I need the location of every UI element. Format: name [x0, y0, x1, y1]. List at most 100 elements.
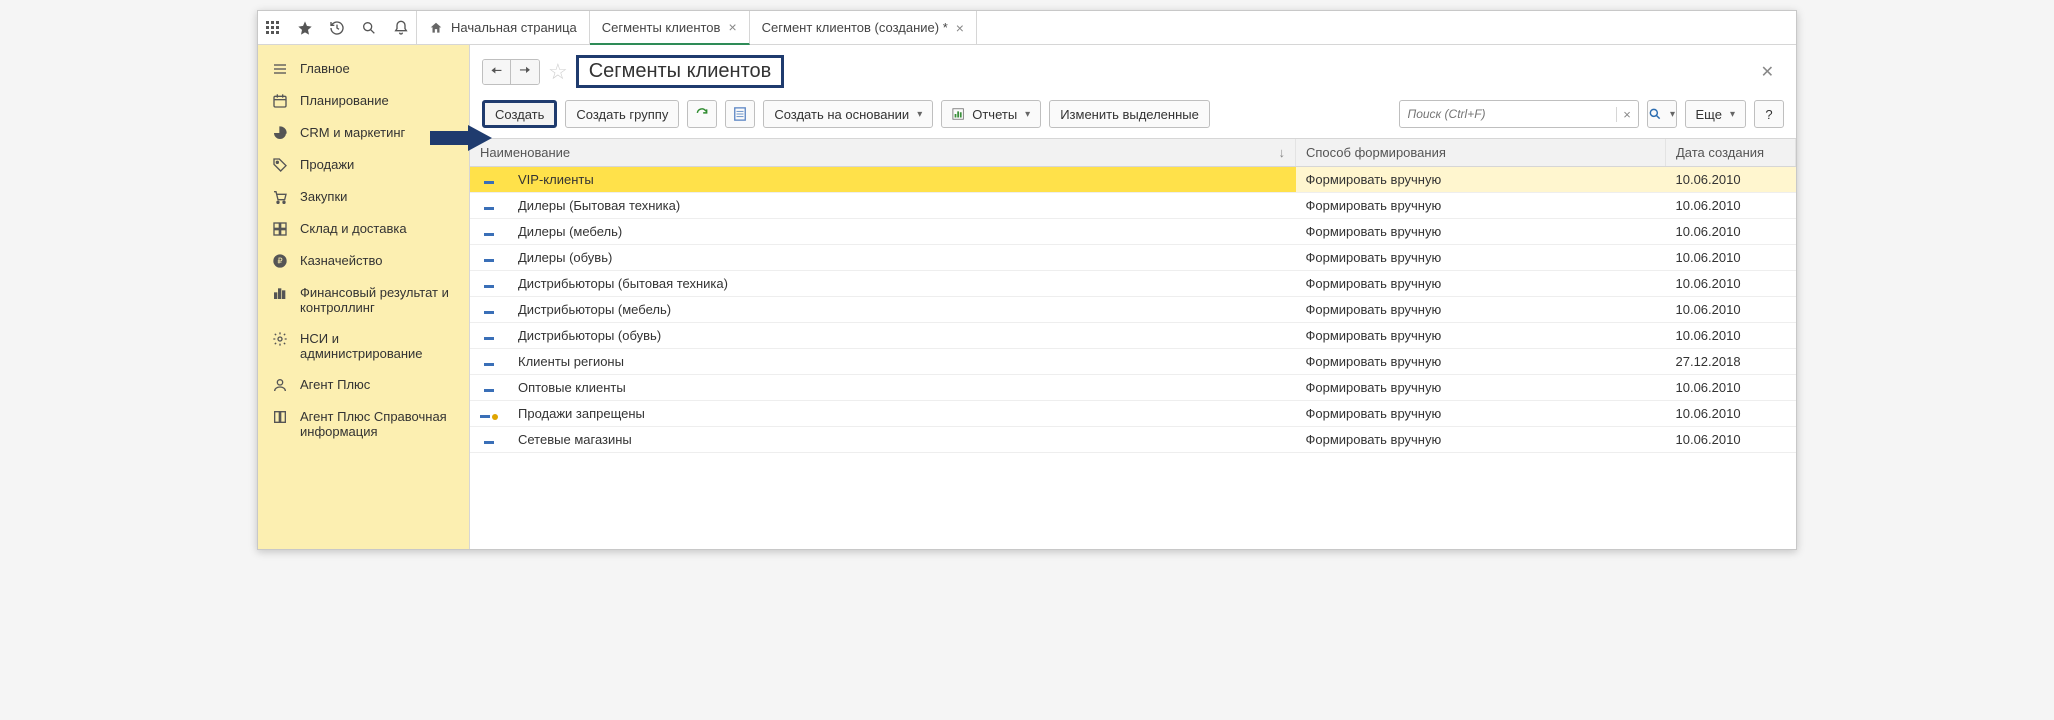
back-button[interactable]: 🠄 [483, 60, 511, 84]
table-row[interactable]: Клиенты регионыФормировать вручную27.12.… [470, 349, 1796, 375]
help-button[interactable]: ? [1754, 100, 1784, 128]
cell-method: Формировать вручную [1296, 349, 1666, 375]
main-panel: 🠄 🠆 ☆ Сегменты клиентов ✕ Создать Создат… [470, 45, 1796, 549]
reports-button[interactable]: Отчеты▾ [941, 100, 1041, 128]
tab-label: Сегмент клиентов (создание) * [762, 20, 948, 35]
cell-method: Формировать вручную [1296, 323, 1666, 349]
table-row[interactable]: VIP-клиентыФормировать вручную10.06.2010 [470, 167, 1796, 193]
cell-date: 10.06.2010 [1666, 245, 1796, 271]
cell-method: Формировать вручную [1296, 219, 1666, 245]
cell-date: 10.06.2010 [1666, 401, 1796, 427]
column-date[interactable]: Дата создания [1666, 139, 1796, 167]
tab[interactable]: Начальная страница [417, 11, 590, 44]
sidebar-item-label: Главное [300, 61, 350, 76]
search-icon[interactable] [360, 19, 378, 37]
nav-history-group: 🠄 🠆 [482, 59, 540, 85]
sidebar-item-label: CRM и маркетинг [300, 125, 405, 140]
column-method[interactable]: Способ формирования [1296, 139, 1666, 167]
column-name[interactable]: Наименование ↓ [470, 139, 1296, 167]
sidebar-item[interactable]: Склад и доставка [258, 213, 469, 245]
cell-method: Формировать вручную [1296, 193, 1666, 219]
cell-name: Сетевые магазины [508, 427, 1296, 453]
create-group-label: Создать группу [576, 107, 668, 122]
tabs: Начальная страницаСегменты клиентов×Сегм… [417, 11, 977, 44]
sidebar-item[interactable]: ₽ Казначейство [258, 245, 469, 277]
cell-date: 27.12.2018 [1666, 349, 1796, 375]
sidebar-item[interactable]: Финансовый результат и контроллинг [258, 277, 469, 323]
sidebar-item-label: Финансовый результат и контроллинг [300, 285, 455, 315]
tab-close-icon[interactable]: × [956, 20, 964, 36]
sidebar-item[interactable]: CRM и маркетинг [258, 117, 469, 149]
data-grid[interactable]: Наименование ↓ Способ формирования Дата с… [470, 138, 1796, 549]
cell-date: 10.06.2010 [1666, 297, 1796, 323]
more-button[interactable]: Еще▾ [1685, 100, 1746, 128]
sort-ascending-icon: ↓ [1279, 145, 1286, 160]
table-row[interactable]: Продажи запрещеныФормировать вручную10.0… [470, 401, 1796, 427]
cell-date: 10.06.2010 [1666, 427, 1796, 453]
search-input[interactable] [1400, 107, 1616, 121]
favorite-star-icon[interactable]: ☆ [548, 59, 568, 85]
create-button[interactable]: Создать [482, 100, 557, 128]
column-name-label: Наименование [480, 145, 570, 160]
cell-method: Формировать вручную [1296, 427, 1666, 453]
table-row[interactable]: Дистрибьюторы (обувь)Формировать вручную… [470, 323, 1796, 349]
history-icon[interactable] [328, 19, 346, 37]
sidebar-item[interactable]: Продажи [258, 149, 469, 181]
item-icon [484, 441, 494, 444]
create-button-label: Создать [495, 107, 544, 122]
item-icon [484, 311, 494, 314]
calendar-icon [272, 93, 290, 109]
create-group-button[interactable]: Создать группу [565, 100, 679, 128]
cell-name: VIP-клиенты [508, 167, 1296, 193]
cell-date: 10.06.2010 [1666, 167, 1796, 193]
sidebar-item[interactable]: Главное [258, 53, 469, 85]
apps-icon[interactable] [264, 19, 282, 37]
clear-search-button[interactable]: × [1616, 107, 1638, 122]
table-row[interactable]: Оптовые клиентыФормировать вручную10.06.… [470, 375, 1796, 401]
create-based-on-label: Создать на основании [774, 107, 909, 122]
search-menu-button[interactable]: ▾ [1647, 100, 1677, 128]
table-row[interactable]: Дилеры (обувь)Формировать вручную10.06.2… [470, 245, 1796, 271]
pie-icon [272, 125, 290, 141]
agent-icon [272, 377, 290, 393]
sidebar-item-label: Закупки [300, 189, 347, 204]
more-label: Еще [1696, 107, 1722, 122]
table-row[interactable]: Дистрибьюторы (мебель)Формировать вручну… [470, 297, 1796, 323]
tab-label: Сегменты клиентов [602, 20, 721, 35]
list-settings-button[interactable] [725, 100, 755, 128]
grid-body: VIP-клиентыФормировать вручную10.06.2010… [470, 167, 1796, 453]
tab[interactable]: Сегменты клиентов × [590, 11, 750, 45]
table-row[interactable]: Дистрибьюторы (бытовая техника)Формирова… [470, 271, 1796, 297]
create-based-on-button[interactable]: Создать на основании▾ [763, 100, 933, 128]
menu-icon [272, 61, 290, 77]
sidebar-item[interactable]: Закупки [258, 181, 469, 213]
cell-name: Оптовые клиенты [508, 375, 1296, 401]
sidebar-item[interactable]: НСИ и администрирование [258, 323, 469, 369]
close-panel-button[interactable]: ✕ [1761, 62, 1774, 82]
tab-close-icon[interactable]: × [728, 19, 736, 35]
sidebar-item[interactable]: Агент Плюс [258, 369, 469, 401]
cell-name: Дистрибьюторы (бытовая техника) [508, 271, 1296, 297]
ruble-icon: ₽ [272, 253, 290, 269]
sidebar-item[interactable]: Планирование [258, 85, 469, 117]
sidebar: Главное Планирование CRM и маркетинг Продаж… [258, 45, 470, 549]
forward-button[interactable]: 🠆 [511, 60, 539, 84]
table-row[interactable]: Сетевые магазиныФормировать вручную10.06… [470, 427, 1796, 453]
dropdown-icon: ▾ [1670, 109, 1675, 120]
item-icon [484, 285, 494, 288]
star-icon[interactable] [296, 19, 314, 37]
item-icon [484, 389, 494, 392]
table-row[interactable]: Дилеры (Бытовая техника)Формировать вруч… [470, 193, 1796, 219]
tab[interactable]: Сегмент клиентов (создание) * × [750, 11, 977, 44]
table-row[interactable]: Дилеры (мебель)Формировать вручную10.06.… [470, 219, 1796, 245]
item-icon [484, 337, 494, 340]
refresh-button[interactable] [687, 100, 717, 128]
bell-icon[interactable] [392, 19, 410, 37]
cell-name: Продажи запрещены [508, 401, 1296, 427]
sidebar-item[interactable]: Агент Плюс Справочная информация [258, 401, 469, 447]
sidebar-item-label: Продажи [300, 157, 354, 172]
change-selected-button[interactable]: Изменить выделенные [1049, 100, 1210, 128]
sidebar-item-label: Казначейство [300, 253, 382, 268]
bars-icon [272, 285, 290, 301]
search-box: × [1399, 100, 1639, 128]
